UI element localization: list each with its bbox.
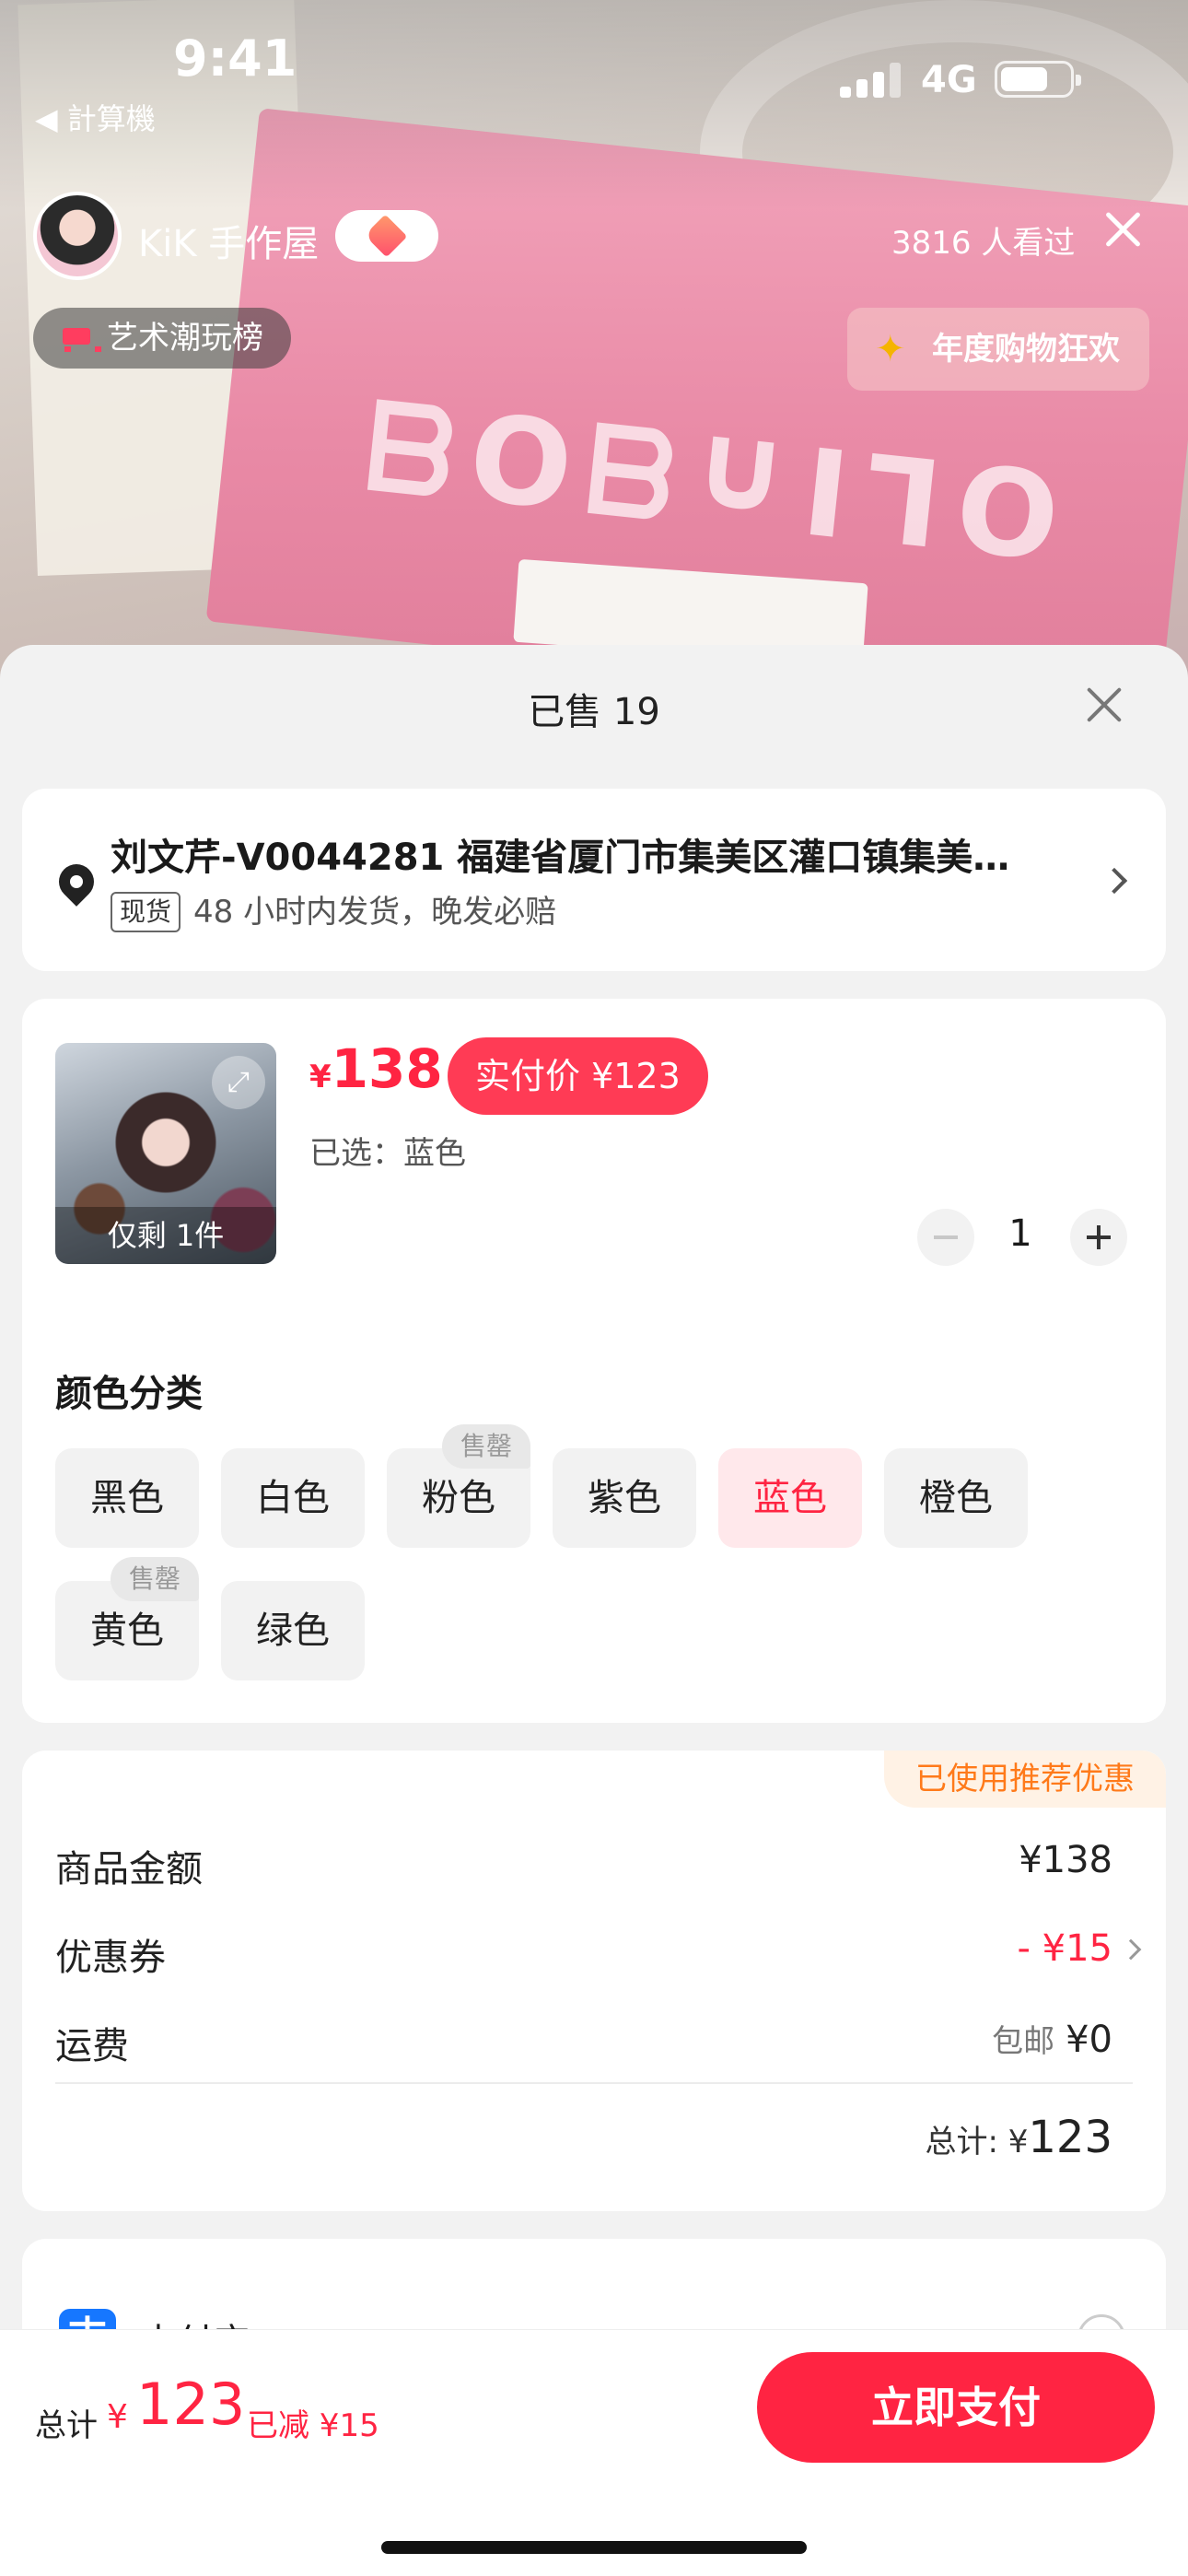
- color-option-yellow[interactable]: 黄色 售罄: [55, 1557, 199, 1680]
- rank-tag[interactable]: 艺术潮玩榜: [33, 308, 291, 369]
- stock-badge: 现货: [111, 892, 181, 932]
- price-currency: ¥: [309, 1059, 332, 1095]
- promo-tag[interactable]: ✦ 年度购物狂欢: [847, 308, 1149, 391]
- checkout-sheet: 已售 19 刘文芹-V0044281 福建省厦门市集美区灌口镇集美… 现货 48…: [0, 645, 1188, 2576]
- goods-amount-value: ¥138: [1019, 1839, 1112, 1881]
- price-value: 138: [331, 1037, 443, 1100]
- sheet-title: 已售 19: [528, 691, 660, 733]
- coupon-value[interactable]: - ¥15: [1018, 1927, 1113, 1970]
- coupon-label: 优惠券: [55, 1937, 166, 1979]
- close-live-icon[interactable]: [1101, 208, 1144, 251]
- sold-out-badge: 售罄: [442, 1424, 530, 1469]
- sold-out-badge: 售罄: [111, 1557, 199, 1601]
- total-currency: ¥: [107, 2398, 128, 2436]
- quantity-decrease-button[interactable]: [917, 1209, 974, 1266]
- expand-icon[interactable]: ⤢: [212, 1056, 265, 1109]
- network-type: 4G: [921, 59, 977, 101]
- shipping-note: 48 小时内发货，晚发必赔: [193, 894, 557, 931]
- color-section-title: 颜色分类: [55, 1373, 203, 1415]
- address-card[interactable]: 刘文芹-V0044281 福建省厦门市集美区灌口镇集美… 现货 48 小时内发货…: [22, 789, 1166, 971]
- cart-icon: [59, 324, 101, 352]
- summary-divider: [55, 2082, 1133, 2084]
- quantity-value: 1: [1008, 1212, 1032, 1255]
- viewer-count: 3816 人看过: [891, 225, 1076, 262]
- promo-tag-label: 年度购物狂欢: [932, 331, 1120, 368]
- price-summary-card: 已使用推荐优惠 商品金额 ¥138 优惠券 - ¥15 运费 包邮 ¥0 总计: …: [22, 1751, 1166, 2211]
- total-amount: 123: [136, 2371, 246, 2438]
- stock-left-label: 仅剩 1件: [55, 1207, 276, 1264]
- coupon-chevron-icon[interactable]: [1120, 1938, 1142, 1961]
- total-label: 总计: [35, 2407, 98, 2444]
- pay-now-button[interactable]: 立即支付: [757, 2352, 1155, 2463]
- free-shipping-note: 包邮: [992, 2023, 1055, 2060]
- status-time: 9:41: [173, 29, 297, 88]
- color-option-pink[interactable]: 粉色 售罄: [387, 1424, 530, 1548]
- shipping-label: 运费: [55, 2025, 129, 2067]
- battery-icon: [995, 61, 1081, 98]
- goods-amount-label: 商品金额: [55, 1848, 203, 1891]
- summary-total-value: 123: [1028, 2112, 1112, 2163]
- shipping-value: ¥0: [1066, 2019, 1112, 2061]
- product-price: ¥138: [309, 1037, 443, 1100]
- address-text: 刘文芹-V0044281 福建省厦门市集美区灌口镇集美…: [111, 837, 1010, 879]
- quantity-increase-button[interactable]: [1070, 1209, 1127, 1266]
- color-option-black[interactable]: 黑色: [55, 1448, 199, 1548]
- follow-button[interactable]: [335, 210, 438, 262]
- color-option-orange[interactable]: 橙色: [884, 1448, 1028, 1548]
- signal-icon: [840, 63, 901, 98]
- product-card: ⤢ 仅剩 1件 ¥138 实付价 ¥123 已选：蓝色 1 颜色分类 黑色 白色…: [22, 999, 1166, 1723]
- home-indicator[interactable]: [381, 2541, 807, 2554]
- pay-price-badge: 实付价 ¥123: [448, 1037, 708, 1115]
- party-popper-icon: ✦: [875, 328, 906, 370]
- product-thumbnail[interactable]: ⤢ 仅剩 1件: [55, 1043, 276, 1264]
- color-option-blue[interactable]: 蓝色: [718, 1448, 862, 1548]
- coupon-used-tag: 已使用推荐优惠: [884, 1751, 1166, 1808]
- close-sheet-icon[interactable]: [1083, 684, 1125, 726]
- shipping-value-row: 包邮 ¥0: [992, 2016, 1112, 2061]
- status-bar: 9:41 ◀ 計算機 4G: [0, 0, 1188, 138]
- color-option-purple[interactable]: 紫色: [553, 1448, 696, 1548]
- saved-amount: 已减 ¥15: [247, 2407, 379, 2444]
- summary-total-label: 总计: ¥: [925, 2124, 1029, 2160]
- color-option-green[interactable]: 绿色: [221, 1581, 365, 1680]
- shop-avatar[interactable]: [33, 192, 122, 280]
- bottom-pay-bar: 总计 ¥ 123 已减 ¥15 立即支付: [0, 2329, 1188, 2576]
- selected-variant: 已选：蓝色: [309, 1135, 466, 1172]
- back-to-app-link[interactable]: ◀ 計算機: [35, 96, 156, 138]
- rank-tag-label: 艺术潮玩榜: [107, 320, 263, 357]
- color-option-white[interactable]: 白色: [221, 1448, 365, 1548]
- location-pin-icon: [52, 857, 101, 907]
- chevron-right-icon: [1101, 867, 1128, 895]
- shop-name[interactable]: KiK 手作屋: [138, 214, 319, 267]
- summary-total: 总计: ¥123: [925, 2112, 1112, 2163]
